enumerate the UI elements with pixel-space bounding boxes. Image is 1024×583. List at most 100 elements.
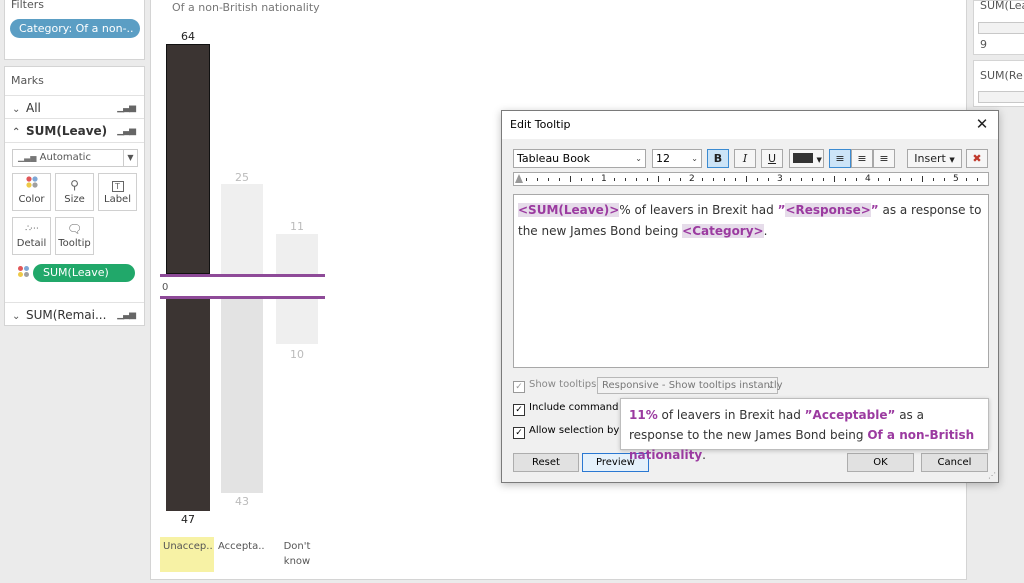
mark-type-dropdown[interactable]: ▁▃▅ Automatic ▼ <box>12 149 138 167</box>
bar-bottom[interactable] <box>276 299 318 344</box>
color-button[interactable]: Color <box>12 173 51 211</box>
bar-top[interactable] <box>276 234 318 274</box>
italic-button[interactable]: I <box>734 149 756 168</box>
bar-chart-icon: ▁▃▅ <box>117 103 136 113</box>
category-filter-pill[interactable]: Category: Of a non-.. <box>10 19 140 38</box>
marks-sum-leave-row[interactable]: ⌃ SUM(Leave) ▁▃▅ <box>5 119 144 143</box>
color-swatch-icon <box>793 153 813 163</box>
marks-card: Marks ⌄ All ▁▃▅ ⌃ SUM(Leave) ▁▃▅ ▁▃▅ Autom… <box>4 66 145 326</box>
bar-value-label-top: 64 <box>181 30 195 43</box>
ok-button[interactable]: OK <box>847 453 914 472</box>
bar-value-label-bottom: 47 <box>181 513 195 526</box>
field-token-response: <Response> <box>785 203 871 217</box>
tooltip-button[interactable]: 🗨 Tooltip <box>55 217 94 255</box>
label-button[interactable]: T Label <box>98 173 137 211</box>
bar-value-label-top: 25 <box>235 171 249 184</box>
bar-top[interactable] <box>166 44 210 274</box>
color-dots-icon <box>18 266 30 278</box>
align-right-button[interactable]: ≡ <box>873 149 895 168</box>
ruler: 1 2 3 4 5 <box>513 172 989 186</box>
tooltip-label: Tooltip <box>58 238 91 249</box>
marks-all-row[interactable]: ⌄ All ▁▃▅ <box>5 95 144 119</box>
dropdown-arrow-icon: ▼ <box>123 150 137 166</box>
editor-text: % of leavers in Brexit had <box>619 203 778 217</box>
bar-top[interactable] <box>221 184 263 274</box>
chevron-down-icon: ⌄ <box>12 311 21 322</box>
editor-quote: ” <box>870 203 879 217</box>
checkmark-icon: ✓ <box>513 381 525 393</box>
filters-title: Filters <box>11 0 44 11</box>
pane-header: Of a non-British nationality <box>172 1 320 14</box>
zero-line-top <box>160 274 325 277</box>
size-button[interactable]: ⚲ Size <box>55 173 94 211</box>
align-center-icon: ≡ <box>857 152 867 165</box>
font-family-select[interactable]: Tableau Book ⌄ <box>513 149 646 168</box>
sum-leave-legend-card: SUM(Lea 9 <box>973 0 1024 55</box>
bar-bottom[interactable] <box>221 299 263 493</box>
bar-value-label-top: 11 <box>290 220 304 233</box>
bold-button[interactable]: B <box>707 149 729 168</box>
dropdown-arrow-icon: ▼ <box>949 156 955 164</box>
legend-min-value: 9 <box>980 38 987 51</box>
show-tooltips-checkbox[interactable]: ✓ Show tooltips <box>513 379 596 393</box>
marks-sum-remain-row[interactable]: ⌄ SUM(Remai... ▁▃▅ <box>5 302 144 326</box>
resize-grip-icon[interactable]: ⋰ <box>988 471 996 480</box>
tooltip-text-editor[interactable]: <SUM(Leave)>% of leavers in Brexit had ”… <box>513 194 989 368</box>
align-left-icon: ≡ <box>835 152 845 165</box>
detail-button[interactable]: ∴⋯ Detail <box>12 217 51 255</box>
range-slider[interactable] <box>978 91 1024 103</box>
ruler-number: 1 <box>601 174 607 184</box>
tooltip-style-select[interactable]: Responsive - Show tooltips instantly ⌄ <box>597 377 783 394</box>
range-slider[interactable] <box>978 22 1024 34</box>
category-label-acceptable[interactable]: Accepta.. <box>216 537 270 556</box>
sum-leave-color-pill[interactable]: SUM(Leave) <box>33 264 135 282</box>
font-family-value: Tableau Book <box>517 152 591 165</box>
clear-button[interactable]: ✖ <box>966 149 988 168</box>
legend-title: SUM(Lea <box>980 0 1024 12</box>
reset-button[interactable]: Reset <box>513 453 579 472</box>
ruler-number: 4 <box>865 174 871 184</box>
chevron-up-icon: ⌃ <box>12 127 21 138</box>
preview-response: ”Acceptable” <box>804 408 896 422</box>
marks-sum-leave-label: SUM(Leave) <box>26 124 108 138</box>
detail-label: Detail <box>16 238 47 249</box>
ruler-number: 2 <box>689 174 695 184</box>
bar-chart-icon: ▁▃▅ <box>117 126 136 136</box>
ruler-number: 3 <box>777 174 783 184</box>
preview-text: of leavers in Brexit had <box>657 408 805 422</box>
cancel-button[interactable]: Cancel <box>921 453 988 472</box>
dialog-titlebar: Edit Tooltip ✕ <box>502 111 998 139</box>
bar-value-label-bottom: 43 <box>235 495 249 508</box>
dropdown-arrow-icon: ▼ <box>816 156 822 164</box>
font-size-value: 12 <box>656 152 670 165</box>
font-size-select[interactable]: 12 ⌄ <box>652 149 702 168</box>
chevron-down-icon: ⌄ <box>635 154 642 163</box>
underline-button[interactable]: U <box>761 149 783 168</box>
category-label-dont-know[interactable]: Don't know <box>276 537 318 571</box>
align-center-button[interactable]: ≡ <box>851 149 873 168</box>
field-token-category: <Category> <box>682 224 764 238</box>
bar-bottom[interactable] <box>166 299 210 511</box>
indent-marker-icon <box>515 174 523 183</box>
close-icon[interactable]: ✕ <box>972 114 992 134</box>
size-label: Size <box>64 194 85 205</box>
marks-title: Marks <box>11 74 44 87</box>
align-right-icon: ≡ <box>879 152 889 165</box>
category-label-unacceptable[interactable]: Unaccep.. <box>160 537 214 572</box>
font-color-picker[interactable]: ▼ <box>789 149 824 168</box>
tooltip-preview-popup: 11% of leavers in Brexit had ”Acceptable… <box>620 398 989 462</box>
text-label-icon: T <box>99 174 136 194</box>
preview-text: . <box>702 448 706 462</box>
chevron-down-icon: ⌄ <box>767 381 774 390</box>
marks-all-label: All <box>26 101 41 115</box>
color-label: Color <box>18 194 45 205</box>
speech-bubble-icon: 🗨 <box>66 222 83 236</box>
align-left-button[interactable]: ≡ <box>829 149 851 168</box>
insert-button[interactable]: Insert ▼ <box>907 149 962 168</box>
zero-axis-label: 0 <box>162 282 169 293</box>
marks-sum-remain-label: SUM(Remai... <box>26 308 107 322</box>
checkmark-icon: ✓ <box>513 427 525 439</box>
insert-label: Insert <box>914 152 946 165</box>
legend-title: SUM(Re <box>980 69 1023 82</box>
sum-remain-legend-card: SUM(Re <box>973 60 1024 107</box>
